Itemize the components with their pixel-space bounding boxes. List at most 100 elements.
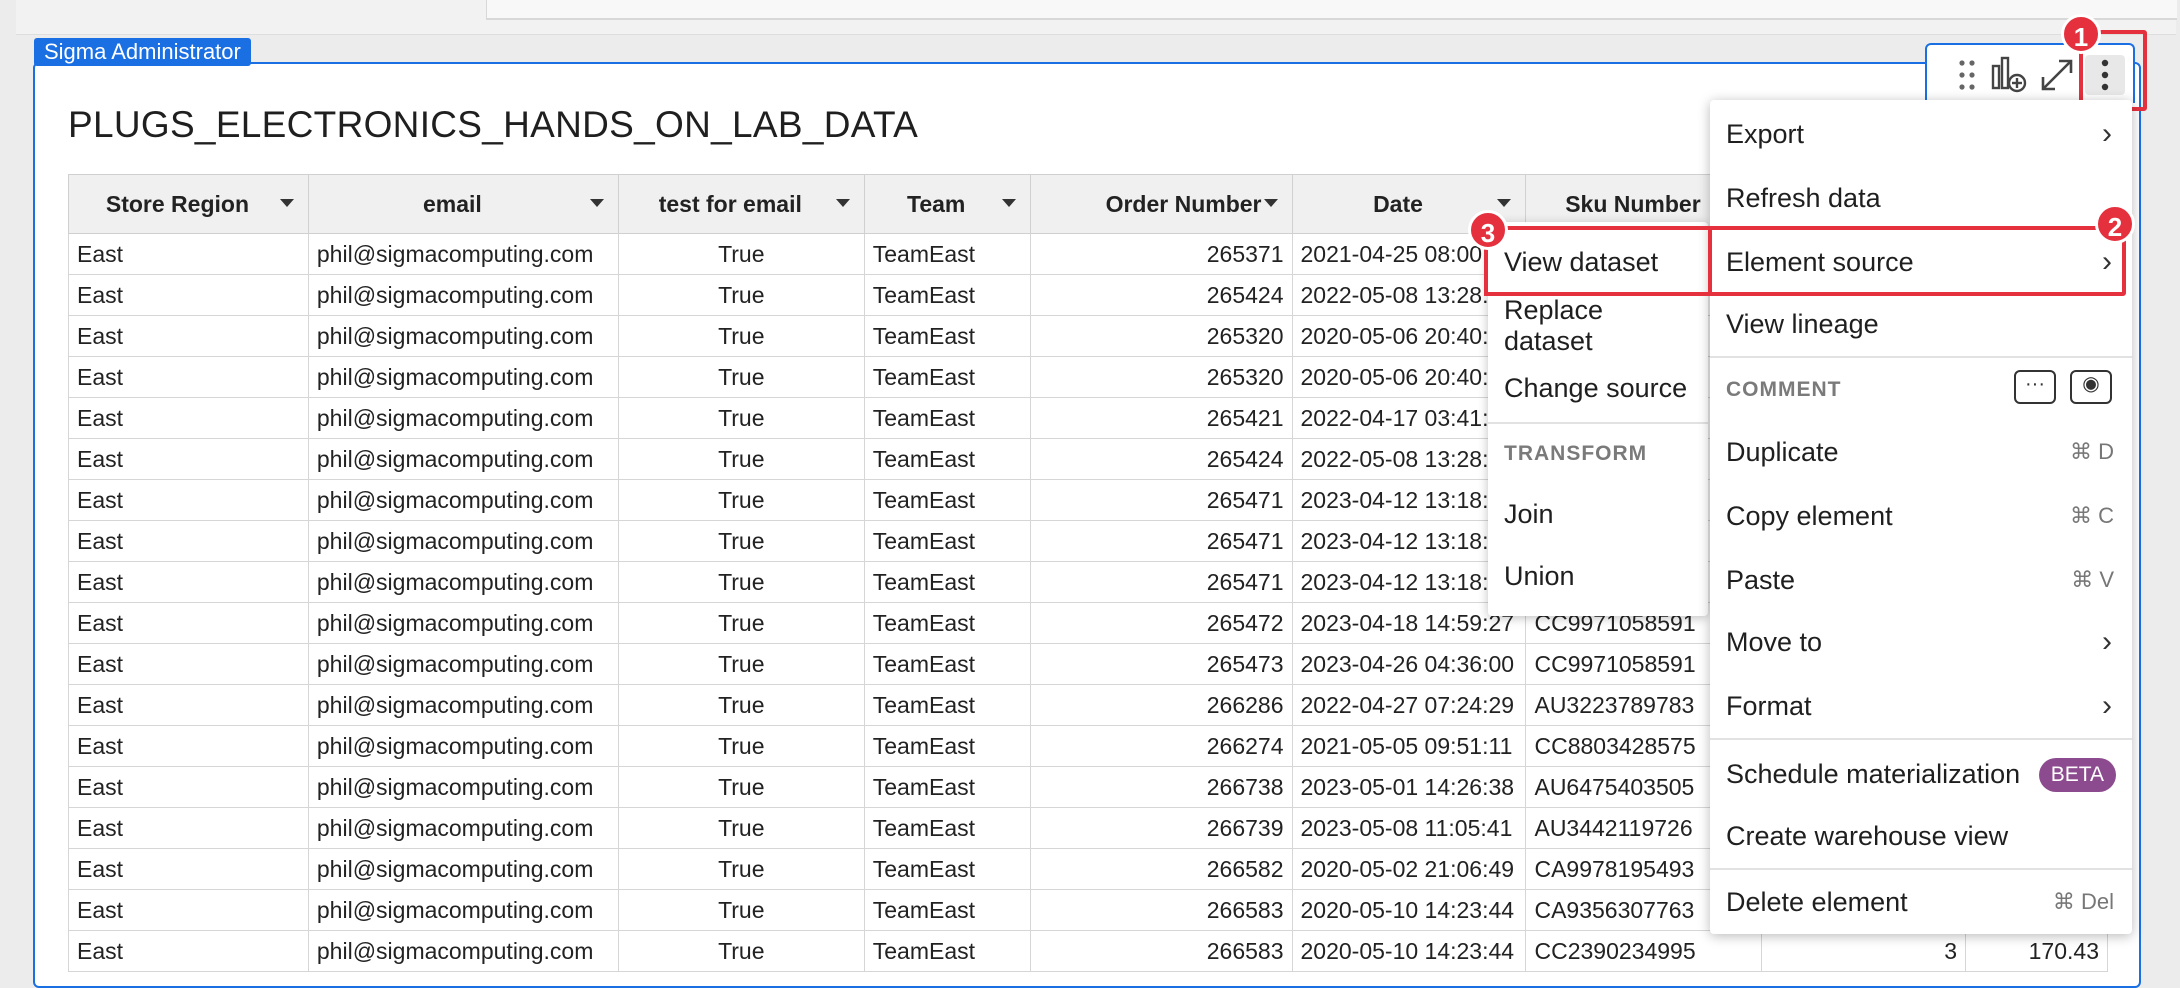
table-cell[interactable]: TeamEast — [863, 561, 1031, 603]
column-menu-caret-icon[interactable] — [1001, 199, 1016, 207]
table-cell[interactable]: East — [68, 356, 309, 398]
table-cell[interactable]: phil@sigmacomputing.com — [307, 889, 619, 931]
column-menu-caret-icon[interactable] — [1497, 199, 1512, 207]
drag-handle-icon[interactable] — [1947, 55, 1987, 95]
column-header[interactable]: Order Number — [1029, 174, 1293, 234]
table-cell[interactable]: phil@sigmacomputing.com — [307, 766, 619, 808]
table-cell[interactable]: True — [617, 438, 865, 480]
table-cell[interactable]: True — [617, 848, 865, 890]
table-cell[interactable]: 266583 — [1029, 930, 1293, 972]
table-cell[interactable]: True — [617, 766, 865, 808]
table-cell[interactable]: East — [68, 807, 309, 849]
menu-item-refresh-data[interactable]: Refresh data — [1710, 170, 2132, 226]
table-cell[interactable]: 265424 — [1029, 274, 1293, 316]
table-cell[interactable]: TeamEast — [863, 479, 1031, 521]
table-cell[interactable]: TeamEast — [863, 356, 1031, 398]
table-cell[interactable]: TeamEast — [863, 397, 1031, 439]
table-cell[interactable]: phil@sigmacomputing.com — [307, 438, 619, 480]
menu-item-export[interactable]: Export › — [1710, 106, 2132, 162]
menu-item-join[interactable]: Join — [1488, 486, 1708, 542]
table-cell[interactable]: East — [68, 725, 309, 767]
element-title[interactable]: PLUGS_ELECTRONICS_HANDS_ON_LAB_DATA — [68, 104, 918, 146]
table-cell[interactable]: True — [617, 397, 865, 439]
table-cell[interactable]: True — [617, 356, 865, 398]
table-cell[interactable]: 2020-05-02 21:06:49 — [1291, 848, 1527, 890]
table-cell[interactable]: East — [68, 848, 309, 890]
table-cell[interactable]: TeamEast — [863, 930, 1031, 972]
table-cell[interactable]: True — [617, 807, 865, 849]
menu-item-view-lineage[interactable]: View lineage — [1710, 296, 2132, 352]
table-cell[interactable]: phil@sigmacomputing.com — [307, 602, 619, 644]
table-cell[interactable]: True — [617, 274, 865, 316]
table-cell[interactable]: 266583 — [1029, 889, 1293, 931]
table-cell[interactable]: TeamEast — [863, 725, 1031, 767]
table-cell[interactable]: 266274 — [1029, 725, 1293, 767]
table-cell[interactable]: TeamEast — [863, 807, 1031, 849]
table-cell[interactable]: TeamEast — [863, 438, 1031, 480]
column-header[interactable]: Team — [863, 174, 1031, 234]
table-cell[interactable]: phil@sigmacomputing.com — [307, 684, 619, 726]
table-cell[interactable]: phil@sigmacomputing.com — [307, 356, 619, 398]
menu-item-move-to[interactable]: Move to › — [1710, 614, 2132, 670]
table-cell[interactable]: phil@sigmacomputing.com — [307, 520, 619, 562]
column-header[interactable]: Store Region — [68, 174, 309, 234]
table-cell[interactable]: phil@sigmacomputing.com — [307, 561, 619, 603]
table-cell[interactable]: East — [68, 479, 309, 521]
table-cell[interactable]: East — [68, 684, 309, 726]
table-cell[interactable]: 265471 — [1029, 561, 1293, 603]
table-cell[interactable]: phil@sigmacomputing.com — [307, 274, 619, 316]
table-cell[interactable]: 265421 — [1029, 397, 1293, 439]
table-cell[interactable]: TeamEast — [863, 766, 1031, 808]
comment-icon[interactable]: ··· — [2014, 370, 2056, 404]
table-cell[interactable]: 2023-05-08 11:05:41 — [1291, 807, 1527, 849]
table-cell[interactable]: TeamEast — [863, 520, 1031, 562]
menu-item-union[interactable]: Union — [1488, 548, 1708, 604]
screenshot-comment-icon[interactable]: ◉ — [2070, 370, 2112, 404]
table-cell[interactable]: 266582 — [1029, 848, 1293, 890]
table-cell[interactable]: TeamEast — [863, 684, 1031, 726]
table-cell[interactable]: True — [617, 561, 865, 603]
table-cell[interactable]: 265320 — [1029, 356, 1293, 398]
table-cell[interactable]: 266286 — [1029, 684, 1293, 726]
table-cell[interactable]: East — [68, 520, 309, 562]
menu-item-replace-dataset[interactable]: Replace dataset — [1488, 295, 1708, 356]
column-header[interactable]: test for email — [617, 174, 865, 234]
table-cell[interactable]: TeamEast — [863, 602, 1031, 644]
table-cell[interactable]: 265471 — [1029, 520, 1293, 562]
table-cell[interactable]: 265471 — [1029, 479, 1293, 521]
table-cell[interactable]: phil@sigmacomputing.com — [307, 233, 619, 275]
menu-item-delete-element[interactable]: Delete element ⌘ Del — [1710, 874, 2132, 930]
table-cell[interactable]: True — [617, 602, 865, 644]
table-cell[interactable]: East — [68, 930, 309, 972]
menu-item-copy-element[interactable]: Copy element ⌘ C — [1710, 488, 2132, 544]
table-cell[interactable]: TeamEast — [863, 274, 1031, 316]
table-cell[interactable]: East — [68, 274, 309, 316]
table-cell[interactable]: 2020-05-10 14:23:44 — [1291, 889, 1527, 931]
table-cell[interactable]: 265472 — [1029, 602, 1293, 644]
table-cell[interactable]: True — [617, 643, 865, 685]
expand-icon[interactable] — [2037, 55, 2077, 95]
table-cell[interactable]: phil@sigmacomputing.com — [307, 725, 619, 767]
table-cell[interactable]: 2022-04-27 07:24:29 — [1291, 684, 1527, 726]
table-cell[interactable]: True — [617, 315, 865, 357]
table-cell[interactable]: phil@sigmacomputing.com — [307, 930, 619, 972]
table-cell[interactable]: TeamEast — [863, 848, 1031, 890]
menu-item-schedule-materialization[interactable]: Schedule materialization BETA — [1710, 746, 2132, 802]
table-cell[interactable]: 2023-05-01 14:26:38 — [1291, 766, 1527, 808]
table-cell[interactable]: phil@sigmacomputing.com — [307, 397, 619, 439]
table-cell[interactable]: 170.43 — [1965, 930, 2108, 972]
table-cell[interactable]: 2023-04-26 04:36:00 — [1291, 643, 1527, 685]
table-cell[interactable]: 265473 — [1029, 643, 1293, 685]
table-cell[interactable]: True — [617, 889, 865, 931]
table-cell[interactable]: TeamEast — [863, 643, 1031, 685]
table-cell[interactable]: 2020-05-10 14:23:44 — [1291, 930, 1527, 972]
menu-item-change-source[interactable]: Change source — [1488, 360, 1708, 416]
table-cell[interactable]: phil@sigmacomputing.com — [307, 848, 619, 890]
menu-item-paste[interactable]: Paste ⌘ V — [1710, 552, 2132, 608]
table-cell[interactable]: East — [68, 315, 309, 357]
table-cell[interactable]: CC2390234995 — [1525, 930, 1763, 972]
column-header[interactable]: email — [307, 174, 619, 234]
table-cell[interactable]: 265320 — [1029, 315, 1293, 357]
table-cell[interactable]: East — [68, 397, 309, 439]
column-menu-caret-icon[interactable] — [589, 199, 604, 207]
